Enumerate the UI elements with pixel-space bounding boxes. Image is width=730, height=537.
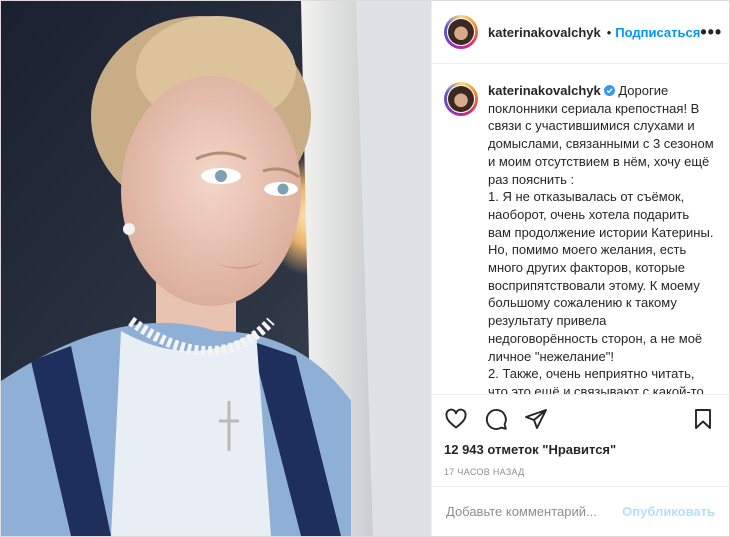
caption-text: katerinakovalchyk Дорогие поклонники сер… bbox=[488, 82, 715, 394]
comment-input[interactable] bbox=[446, 504, 623, 519]
caption-section: katerinakovalchyk Дорогие поклонники сер… bbox=[432, 64, 729, 394]
likes-count[interactable]: 12 943 отметок "Нравится" bbox=[444, 442, 715, 457]
post-timestamp[interactable]: 17 часов назад bbox=[444, 467, 715, 477]
avatar-image bbox=[448, 19, 474, 45]
action-bar bbox=[444, 401, 715, 437]
avatar[interactable] bbox=[444, 15, 478, 49]
comment-icon[interactable] bbox=[484, 407, 508, 431]
actions-section: 12 943 отметок "Нравится" 17 часов назад bbox=[432, 394, 729, 486]
more-options-icon[interactable]: ••• bbox=[700, 23, 722, 41]
follow-button[interactable]: Подписаться bbox=[615, 25, 700, 40]
verified-badge-icon bbox=[603, 85, 615, 96]
caption-avatar[interactable] bbox=[444, 82, 478, 116]
heart-icon[interactable] bbox=[444, 407, 468, 431]
instagram-post: katerinakovalchyk • Подписаться ••• kate… bbox=[0, 0, 730, 537]
header-username[interactable]: katerinakovalchyk bbox=[488, 25, 601, 40]
post-photo[interactable] bbox=[1, 1, 431, 536]
post-side-panel: katerinakovalchyk • Подписаться ••• kate… bbox=[431, 1, 729, 536]
photo-image bbox=[1, 1, 431, 536]
publish-button[interactable]: Опубликовать bbox=[622, 504, 715, 519]
separator-dot: • bbox=[606, 24, 612, 40]
caption-username[interactable]: katerinakovalchyk bbox=[488, 83, 601, 98]
avatar-image bbox=[448, 86, 474, 112]
post-header: katerinakovalchyk • Подписаться ••• bbox=[432, 1, 729, 64]
caption-body: Дорогие поклонники сериала крепостная! В… bbox=[488, 83, 714, 394]
add-comment-section: Опубликовать bbox=[432, 486, 729, 536]
bookmark-icon[interactable] bbox=[691, 407, 715, 431]
share-icon[interactable] bbox=[524, 407, 548, 431]
